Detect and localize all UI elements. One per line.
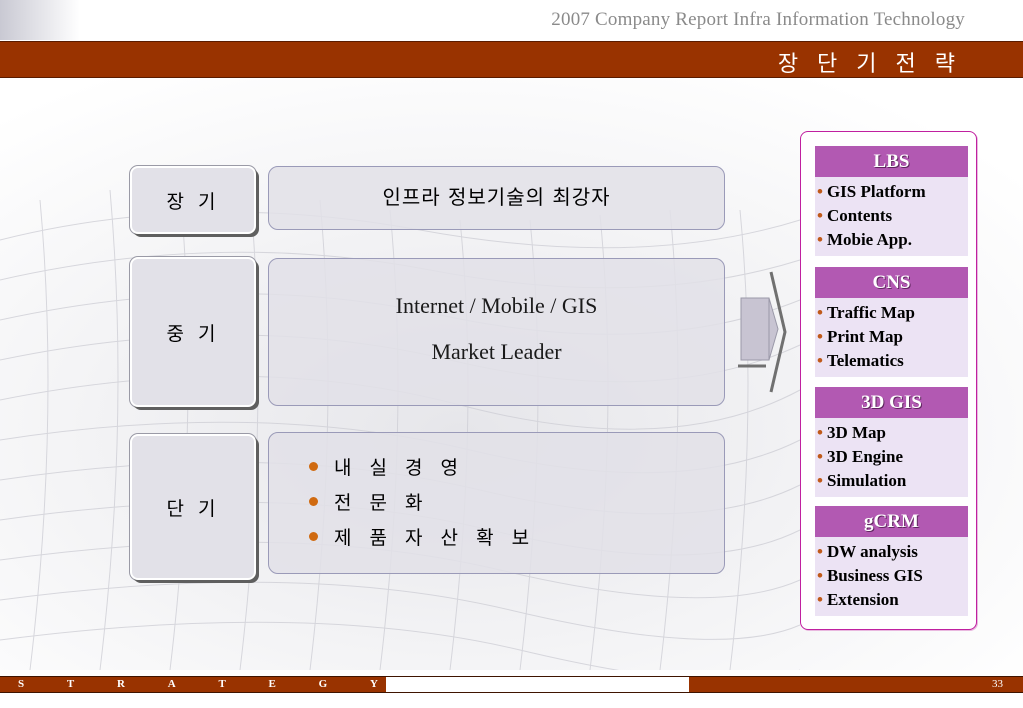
list-item: • GIS Platform [817,182,926,201]
product-items: • 3D Map • 3D Engine • Simulation [815,418,968,497]
bullet-icon [309,462,318,471]
term-label-short: 단 기 [130,434,256,580]
corner-gradient [0,0,80,40]
list-item: 전 문 화 [309,484,724,519]
page-number: 33 [992,678,1003,690]
mid-term-line-1: Internet / Mobile / GIS [395,293,598,318]
mid-term-line-2: Market Leader [431,339,562,364]
term-box-short: 내 실 경 영 전 문 화 제 품 자 산 확 보 [268,432,725,574]
list-item: • Telematics [817,351,904,370]
product-cns: CNS • Traffic Map • Print Map • Telematics [815,267,968,377]
footer-divider [386,677,689,692]
list-item: 내 실 경 영 [309,449,724,484]
product-panel: LBS • GIS Platform • Contents • Mobie App. … [800,131,977,630]
product-3d-gis: 3D GIS • 3D Map • 3D Engine • Simulation [815,387,968,497]
product-title: gCRM [815,506,968,537]
list-item: • 3D Engine [817,447,903,466]
footer-bar: S T R A T E G Y 33 [0,676,1023,693]
footer-strategy-letters: S T R A T E G Y [18,678,378,690]
product-title: LBS [815,146,968,177]
slide-title: 장 단 기 전 략 [777,52,961,77]
product-title: 3D GIS [815,387,968,418]
term-label-long: 장 기 [130,166,256,234]
short-term-list: 내 실 경 영 전 문 화 제 품 자 산 확 보 [269,433,724,554]
product-items: • Traffic Map • Print Map • Telematics [815,298,968,377]
product-lbs: LBS • GIS Platform • Contents • Mobie App. [815,146,968,256]
list-item: • Business GIS [817,566,923,585]
bullet-icon [309,532,318,541]
long-term-goal: 인프라 정보기술의 최강자 [382,185,611,209]
product-items: • GIS Platform • Contents • Mobie App. [815,177,968,256]
list-item: • Simulation [817,471,907,490]
list-item: • Print Map [817,327,903,346]
list-item: • Traffic Map [817,303,915,322]
list-item: • Contents [817,206,893,225]
bullet-icon [309,497,318,506]
term-box-mid: Internet / Mobile / GIS Market Leader [268,258,725,406]
product-title: CNS [815,267,968,298]
product-items: • DW analysis • Business GIS • Extension [815,537,968,616]
product-gcrm: gCRM • DW analysis • Business GIS • Extensi… [815,506,968,616]
list-item: • 3D Map [817,423,886,442]
list-item: • DW analysis [817,542,918,561]
report-header-title: 2007 Company Report Infra Information Te… [551,9,965,30]
list-item: • Mobie App. [817,230,912,249]
title-bar: 장 단 기 전 략 [0,41,1023,78]
list-item: • Extension [817,590,899,609]
term-box-long: 인프라 정보기술의 최강자 [268,166,725,230]
term-label-mid: 중 기 [130,257,256,407]
list-item: 제 품 자 산 확 보 [309,519,724,554]
chevron-right-icon [738,270,788,399]
